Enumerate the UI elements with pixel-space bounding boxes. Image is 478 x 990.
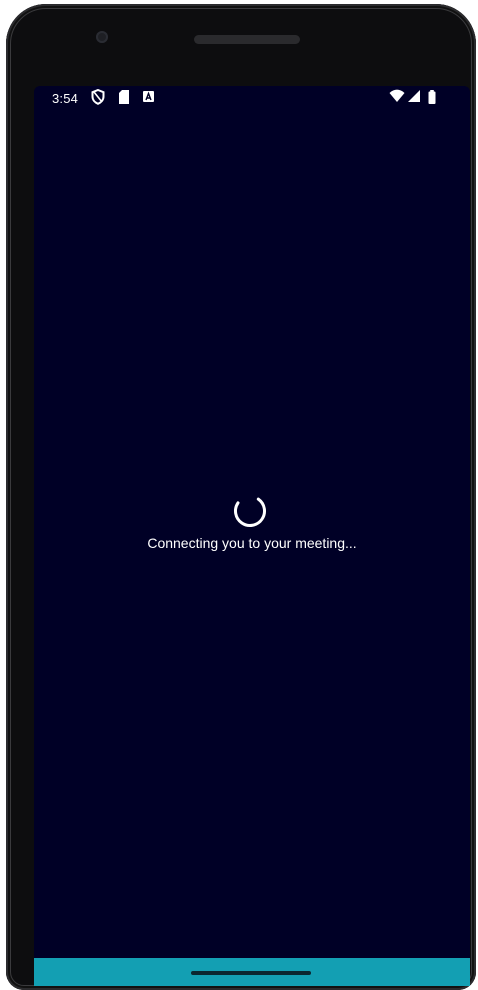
spinner-icon <box>234 495 266 527</box>
vpn-shield-icon <box>91 89 105 105</box>
app-screen: 3:54 Connecting you to your meeting... <box>34 86 470 986</box>
status-time: 3:54 <box>52 91 79 106</box>
battery-icon <box>428 90 436 104</box>
connecting-message: Connecting you to your meeting... <box>147 535 357 551</box>
front-camera <box>96 31 108 43</box>
earpiece-speaker <box>194 35 300 44</box>
wifi-icon <box>389 89 405 102</box>
status-bar: 3:54 <box>34 86 470 110</box>
sd-card-icon <box>119 90 129 104</box>
notification-a-icon <box>143 91 154 102</box>
navigation-bar <box>34 958 470 986</box>
home-gesture-handle[interactable] <box>191 971 311 975</box>
signal-icon <box>408 90 420 102</box>
phone-frame: 3:54 Connecting you to your meeting... <box>6 4 476 990</box>
loading-spinner <box>232 493 268 529</box>
